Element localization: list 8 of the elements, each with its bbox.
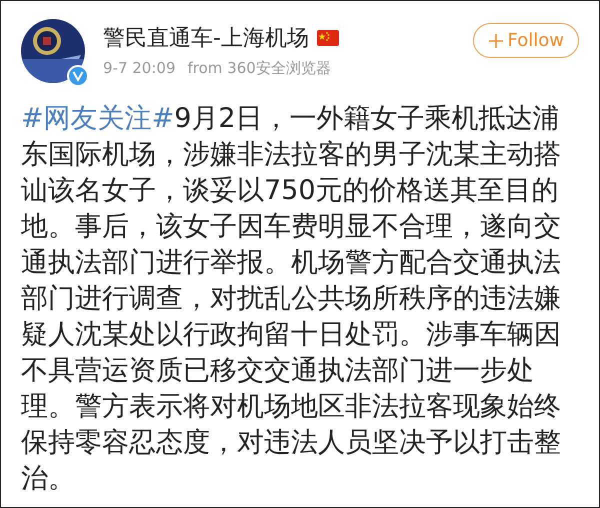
post-time: 9-7 20:09 <box>103 59 176 78</box>
post-text: #网友关注#9月2日，一外籍女子乘机抵达浦东国际机场，涉嫌非法拉客的男子沈某主动搭讪该名女子，谈妥以750元的价格送其至目的地。事后，该女子因车费明显不合理，遂向交通执法部门进行举报。机场警方配合交通执法部门进行调查，对扰乱公共场所秩序的违法嫌疑人沈某处以行政拘留十日处罚。涉事车辆因不具营运资质已移交交通执法部门进一步处理。警方表示将对机场地区非法拉客现象始终保持零容忍态度，对违法人员坚决予以打击整治。 <box>21 102 562 496</box>
follow-button[interactable]: Follow <box>472 23 579 58</box>
author-name[interactable]: 警民直通车-上海机场 <box>103 23 309 53</box>
flag-icon <box>316 30 339 46</box>
hashtag-link[interactable]: #网友关注# <box>21 103 174 134</box>
post-source: from 360安全浏览器 <box>188 59 331 78</box>
plus-icon <box>488 32 504 48</box>
